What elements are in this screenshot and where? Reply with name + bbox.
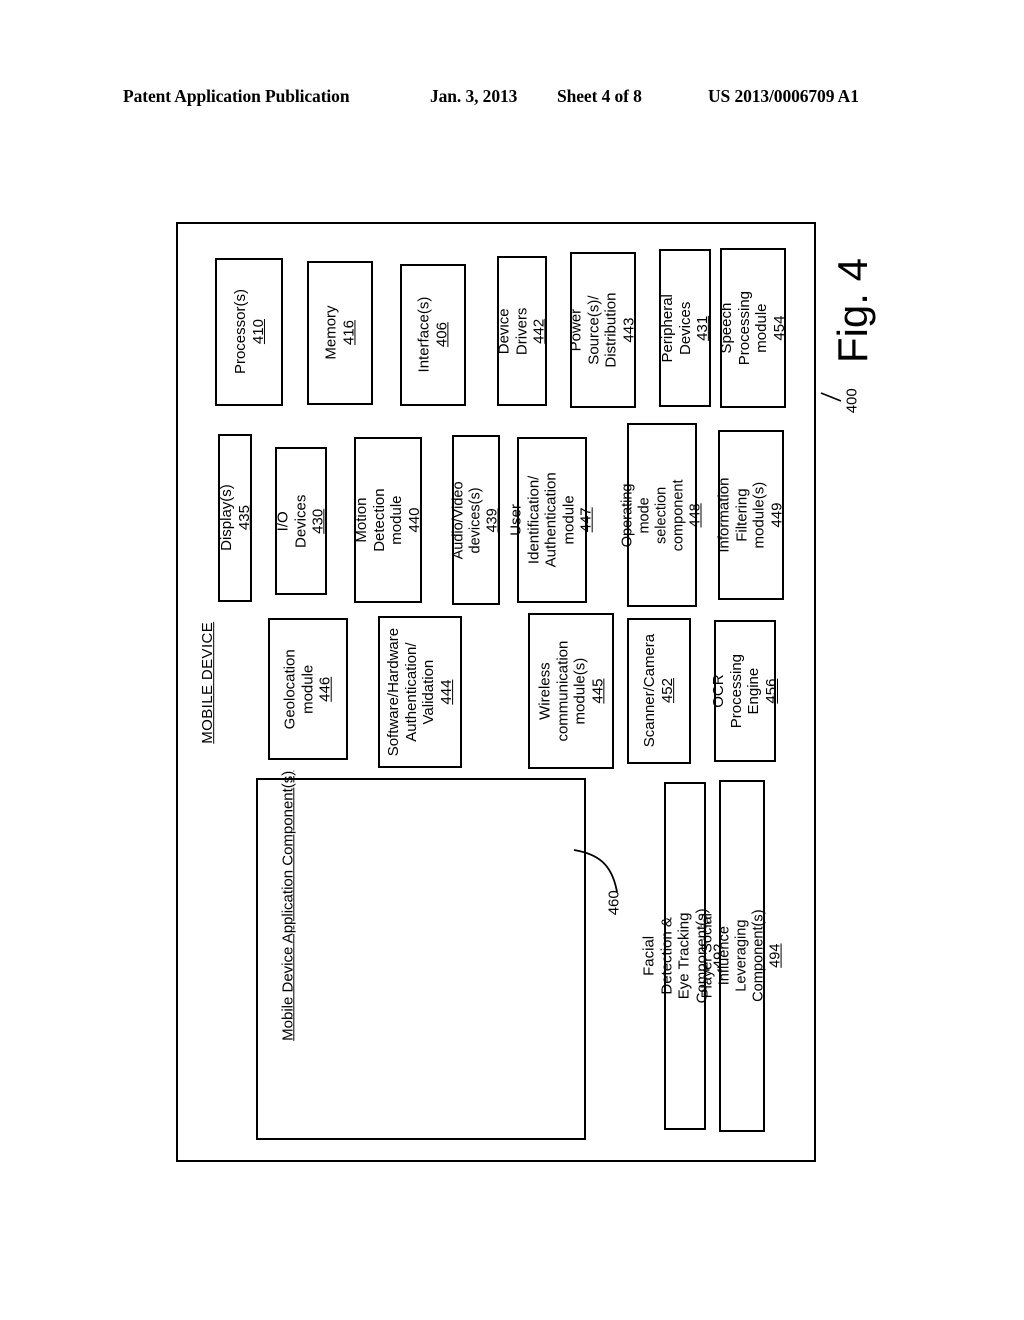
box-device-drivers-442-text: Device Drivers 442 — [495, 307, 549, 355]
box-display-s-435-label: Display(s) — [217, 484, 235, 552]
box-operating-mode-selection-component-448-text: Operating mode selection component 448 — [620, 479, 705, 551]
box-user-identification-authentication-447-numeral: 447 — [578, 507, 596, 533]
box-peripheral-devices-431-text: Peripheral Devices 431 — [659, 294, 712, 362]
box-memory-416: Memory 416 — [307, 261, 373, 405]
box-user-identification-authentication-447-text: User Identification/ Authentication modu… — [508, 472, 596, 567]
box-processor-s-410-text: Processor(s) 410 — [231, 289, 266, 374]
box-motion-detection-module-440-numeral: 440 — [405, 507, 423, 533]
box-ocr-processing-engine-456-label: OCR Processing Engine — [709, 653, 763, 729]
box-device-drivers-442: Device Drivers 442 — [495, 256, 549, 406]
box-i-o-devices-430-numeral: 430 — [309, 508, 327, 534]
box-i-o-devices-430-text: I/O Devices 430 — [275, 494, 328, 547]
box-geolocation-module-446-label: Geolocation module — [281, 648, 317, 730]
box-motion-detection-module-440-label: Motion Detection module — [352, 488, 405, 552]
app-component-title-text: Mobile Device Application Component(s) — [279, 770, 297, 1042]
app-component-title: Mobile Device Application Component(s) — [198, 771, 378, 1041]
box-user-identification-authentication-447-label: User Identification/ Authentication modu… — [508, 472, 578, 568]
box-interface-s-406: Interface(s) 406 — [400, 264, 466, 406]
box-power-source-s-distribution-443-label: Power Source(s)/ Distribution — [567, 292, 620, 368]
box-ocr-processing-engine-456-text: OCR Processing Engine 456 — [710, 654, 780, 728]
box-device-drivers-442-label: Device Drivers — [495, 307, 531, 355]
box-information-filtering-module-s-449-numeral: 449 — [768, 502, 786, 528]
box-display-s-435: Display(s) 435 — [217, 434, 252, 602]
box-information-filtering-module-s-449-text: Information Filtering module(s) 449 — [716, 477, 786, 552]
box-peripheral-devices-431-numeral: 431 — [693, 315, 711, 341]
box-speech-processing-module-454: Speech Processing module 454 — [718, 248, 788, 408]
box-audio-video-devices-s-439: Audio/Video devices(s) 439 — [451, 435, 502, 605]
box-ocr-processing-engine-456: OCR Processing Engine 456 — [710, 620, 780, 762]
box-interface-s-406-numeral: 406 — [433, 322, 451, 348]
box-interface-s-406-label: Interface(s) — [415, 297, 433, 373]
box-memory-416-label: Memory — [322, 305, 340, 361]
box-power-source-s-distribution-443: Power Source(s)/ Distribution 443 — [568, 252, 638, 408]
box-software-hardware-authentication-v-444: Software/Hardware Authentication/ Valida… — [378, 616, 462, 768]
box-speech-processing-module-454-text: Speech Processing module 454 — [718, 291, 788, 365]
box-player-social-influence-leveraging-494-numeral: 494 — [767, 943, 784, 969]
box-device-drivers-442-numeral: 442 — [530, 318, 548, 344]
box-power-source-s-distribution-443-numeral: 443 — [620, 317, 638, 343]
box-peripheral-devices-431: Peripheral Devices 431 — [659, 249, 711, 407]
box-wireless-communication-module-s-445-label: Wireless communication module(s) — [535, 640, 589, 742]
box-display-s-435-numeral: 435 — [235, 505, 252, 531]
box-software-hardware-authentication-v-444-label: Software/Hardware Authentication/ Valida… — [384, 627, 438, 757]
box-scanner-camera-452-text: Scanner/Camera 452 — [641, 634, 676, 747]
box-geolocation-module-446-numeral: 446 — [316, 676, 334, 702]
box-i-o-devices-430: I/O Devices 430 — [275, 447, 327, 595]
box-geolocation-module-446: Geolocation module 446 — [268, 618, 348, 760]
callout-400-text: 400 — [844, 388, 862, 414]
box-display-s-435-text: Display(s) 435 — [217, 485, 252, 552]
box-memory-416-text: Memory 416 — [322, 302, 357, 364]
header-patent-number: US 2013/0006709 A1 — [708, 86, 859, 106]
callout-460-text: 460 — [606, 890, 624, 916]
box-player-social-influence-leveraging-494-label: Player Social Influence Leveraging Compo… — [699, 909, 767, 1003]
box-peripheral-devices-431-label: Peripheral Devices — [658, 293, 694, 363]
box-scanner-camera-452-numeral: 452 — [659, 678, 677, 704]
box-processor-s-410: Processor(s) 410 — [215, 258, 283, 406]
box-processor-s-410-label: Processor(s) — [231, 289, 249, 375]
figure-label-text: Fig. 4 — [829, 258, 877, 364]
box-processor-s-410-numeral: 410 — [249, 319, 267, 345]
box-wireless-communication-module-s-445-text: Wireless communication module(s) 445 — [536, 641, 606, 742]
callout-460: 460 — [592, 878, 638, 928]
box-power-source-s-distribution-443-text: Power Source(s)/ Distribution 443 — [568, 292, 638, 367]
box-i-o-devices-430-label: I/O Devices — [274, 494, 310, 548]
box-interface-s-406-text: Interface(s) 406 — [415, 297, 450, 373]
box-motion-detection-module-440-text: Motion Detection module 440 — [353, 488, 423, 552]
box-scanner-camera-452-label: Scanner/Camera — [641, 634, 659, 748]
box-audio-video-devices-s-439-numeral: 439 — [484, 507, 501, 533]
box-information-filtering-module-s-449-label: Information Filtering module(s) — [715, 477, 769, 553]
header-publication: Patent Application Publication — [123, 86, 350, 106]
box-wireless-communication-module-s-445: Wireless communication module(s) 445 — [528, 613, 614, 769]
box-software-hardware-authentication-v-444-numeral: 444 — [437, 679, 455, 705]
header-sheet: Sheet 4 of 8 — [557, 86, 642, 106]
box-operating-mode-selection-component-448-label: Operating mode selection component — [619, 479, 687, 551]
header-date: Jan. 3, 2013 — [430, 86, 518, 106]
box-motion-detection-module-440: Motion Detection module 440 — [353, 437, 423, 603]
box-geolocation-module-446-text: Geolocation module 446 — [282, 649, 335, 729]
box-audio-video-devices-s-439-label: Audio/Video devices(s) — [450, 481, 484, 559]
box-information-filtering-module-s-449: Information Filtering module(s) 449 — [716, 430, 786, 600]
figure-label: Fig. 4 — [805, 236, 901, 386]
app-component-container: Mobile Device Application Component(s) — [256, 771, 586, 1140]
box-memory-416-numeral: 416 — [340, 320, 357, 346]
box-speech-processing-module-454-numeral: 454 — [770, 315, 788, 341]
box-player-social-influence-leveraging-494-text: Player Social Influence Leveraging Compo… — [699, 910, 784, 1002]
box-operating-mode-selection-component-448: Operating mode selection component 448 — [620, 423, 703, 607]
box-ocr-processing-engine-456-numeral: 456 — [762, 678, 780, 704]
box-wireless-communication-module-s-445-numeral: 445 — [588, 678, 606, 704]
box-user-identification-authentication-447: User Identification/ Authentication modu… — [508, 437, 595, 603]
box-operating-mode-selection-component-448-numeral: 448 — [687, 502, 704, 528]
box-speech-processing-module-454-label: Speech Processing module — [717, 290, 771, 366]
box-audio-video-devices-s-439-text: Audio/Video devices(s) 439 — [451, 481, 502, 559]
box-software-hardware-authentication-v-444-text: Software/Hardware Authentication/ Valida… — [385, 628, 455, 756]
box-scanner-camera-452: Scanner/Camera 452 — [627, 618, 691, 764]
page-header: Patent Application Publication Jan. 3, 2… — [0, 86, 1024, 112]
box-player-social-influence-leveraging-494: Player Social Influence Leveraging Compo… — [699, 780, 784, 1132]
